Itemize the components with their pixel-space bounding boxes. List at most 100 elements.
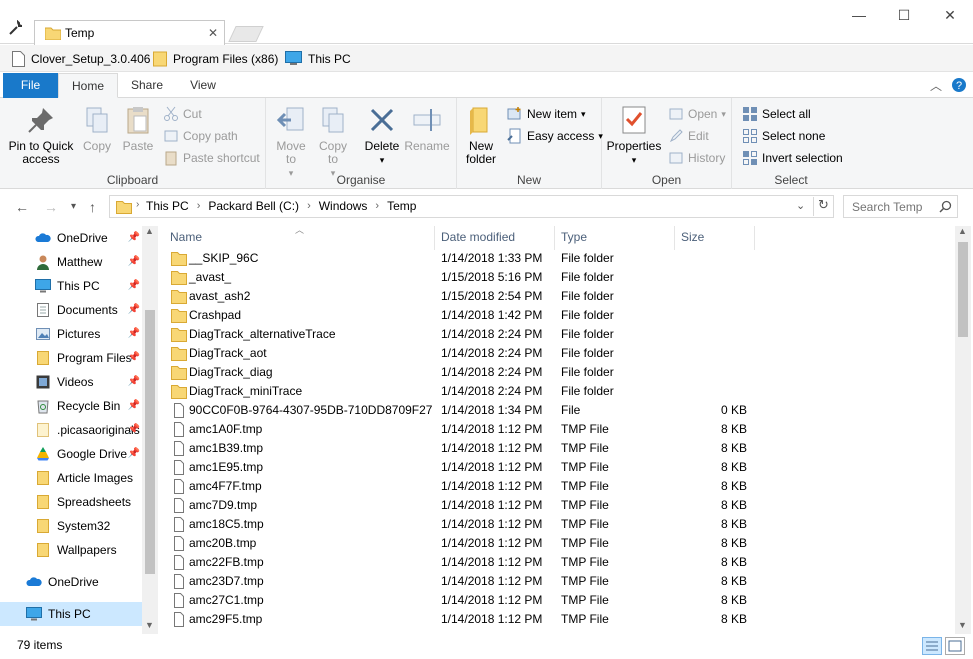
table-row[interactable]: amc27C1.tmp 1/14/2018 1:12 PM TMP File 8… [158,591,955,610]
table-row[interactable]: amc20B.tmp 1/14/2018 1:12 PM TMP File 8 … [158,534,955,553]
select-none-button[interactable]: Select none [742,128,825,144]
delete-button[interactable]: Delete ▾ [362,104,402,167]
scroll-up-icon[interactable]: ▲ [145,226,154,236]
nav-scrollbar[interactable]: ▲ ▼ [142,226,158,634]
close-window-button[interactable]: ✕ [927,0,973,32]
address-dropdown-icon[interactable]: ⌄ [796,199,805,212]
copy-to-button[interactable]: Copy to ▾ [314,104,352,180]
nav-item-picasaoriginals[interactable]: .picasaoriginals 📌 [0,418,142,442]
table-row[interactable]: avast_ash2 1/15/2018 2:54 PM File folder [158,287,955,306]
table-row[interactable]: DiagTrack_aot 1/14/2018 2:24 PM File fol… [158,344,955,363]
back-arrow-icon[interactable]: ← [15,199,29,215]
recent-locations-chevron-icon[interactable]: ▾ [71,201,76,212]
table-row[interactable]: Crashpad 1/14/2018 1:42 PM File folder [158,306,955,325]
tab-home[interactable]: Home [58,73,118,98]
history-button[interactable]: History [668,150,725,166]
nav-item-recycle-bin[interactable]: Recycle Bin 📌 [0,394,142,418]
breadcrumb-chevron-icon[interactable]: › [136,199,139,210]
breadcrumb-this-pc[interactable]: This PC [146,199,189,213]
nav-item-spreadsheets[interactable]: Spreadsheets [0,490,142,514]
breadcrumb-temp[interactable]: Temp [387,199,416,213]
copy-path-button[interactable]: Copy path [163,128,238,144]
open-button[interactable]: Open ▾ [668,106,726,122]
pin-icon[interactable]: 📌 [128,448,140,459]
table-row[interactable]: DiagTrack_diag 1/14/2018 2:24 PM File fo… [158,363,955,382]
select-all-button[interactable]: Select all [742,106,811,122]
pin-icon[interactable]: 📌 [128,280,140,291]
table-row[interactable]: _avast_ 1/15/2018 5:16 PM File folder [158,268,955,287]
copy-button[interactable]: Copy [80,104,114,153]
nav-item-pictures[interactable]: Pictures 📌 [0,322,142,346]
nav-item-google-drive[interactable]: Google Drive 📌 [0,442,142,466]
nav-item-this-pc-quick[interactable]: This PC 📌 [0,274,142,298]
new-folder-button[interactable]: New folder [461,104,501,166]
bookmark-this-pc[interactable]: This PC [285,51,351,66]
forward-arrow-icon[interactable]: → [44,199,58,215]
bookmark-clover-setup[interactable]: Clover_Setup_3.0.406 [12,51,150,67]
close-tab-button[interactable]: ✕ [208,26,218,40]
pin-icon[interactable]: 📌 [128,424,140,435]
pin-to-quick-access-button[interactable]: Pin to Quick access [4,104,78,166]
table-row[interactable]: __SKIP_96C 1/14/2018 1:33 PM File folder [158,249,955,268]
bookmark-program-files-x86[interactable]: Program Files (x86) [153,51,278,67]
properties-button[interactable]: Properties ▾ [606,104,662,167]
rename-button[interactable]: Rename [404,104,450,153]
tab-share[interactable]: Share [122,73,172,98]
nav-item-system32[interactable]: System32 [0,514,142,538]
wrench-icon[interactable] [8,20,24,36]
pin-icon[interactable]: 📌 [128,400,140,411]
scroll-down-icon[interactable]: ▼ [958,620,967,630]
table-row[interactable]: amc29F5.tmp 1/14/2018 1:12 PM TMP File 8… [158,610,955,629]
table-row[interactable]: amc4F7F.tmp 1/14/2018 1:12 PM TMP File 8… [158,477,955,496]
nav-scrollbar-thumb[interactable] [145,310,155,574]
breadcrumb-separator-icon[interactable]: › [375,200,379,212]
scroll-down-icon[interactable]: ▼ [145,620,154,630]
breadcrumb-drive[interactable]: Packard Bell (C:) [208,199,299,213]
address-bar[interactable]: › This PC › Packard Bell (C:) › Windows … [109,195,834,218]
table-row[interactable]: amc7D9.tmp 1/14/2018 1:12 PM TMP File 8 … [158,496,955,515]
breadcrumb-separator-icon[interactable]: › [307,200,311,212]
table-row[interactable]: amc1B39.tmp 1/14/2018 1:12 PM TMP File 8… [158,439,955,458]
new-tab-button[interactable] [228,26,264,42]
breadcrumb-windows[interactable]: Windows [319,199,368,213]
nav-item-videos[interactable]: Videos 📌 [0,370,142,394]
nav-item-this-pc[interactable]: This PC [0,602,142,626]
pin-icon[interactable]: 📌 [128,232,140,243]
table-row[interactable]: amc22FB.tmp 1/14/2018 1:12 PM TMP File 8… [158,553,955,572]
file-list-scrollbar-thumb[interactable] [958,242,968,337]
nav-item-matthew[interactable]: Matthew 📌 [0,250,142,274]
column-header-type[interactable]: Type [555,226,675,250]
large-icons-view-button[interactable] [945,637,965,655]
nav-item-onedrive-quick[interactable]: OneDrive 📌 [0,226,142,250]
maximize-button[interactable]: ☐ [881,0,927,32]
pin-icon[interactable]: 📌 [128,328,140,339]
breadcrumb-separator-icon[interactable]: › [197,200,201,212]
paste-shortcut-button[interactable]: Paste shortcut [163,150,260,166]
table-row[interactable]: amc23D7.tmp 1/14/2018 1:12 PM TMP File 8… [158,572,955,591]
column-header-size[interactable]: Size [675,226,755,250]
pin-icon[interactable]: 📌 [128,352,140,363]
tab-file[interactable]: File [3,73,58,98]
search-icon[interactable] [939,200,952,213]
table-row[interactable]: DiagTrack_alternativeTrace 1/14/2018 2:2… [158,325,955,344]
up-arrow-icon[interactable]: ↑ [89,199,96,215]
nav-item-wallpapers[interactable]: Wallpapers [0,538,142,562]
edit-button[interactable]: Edit [668,128,709,144]
details-view-button[interactable] [922,637,942,655]
table-row[interactable]: amc18C5.tmp 1/14/2018 1:12 PM TMP File 8… [158,515,955,534]
column-header-name[interactable]: Name [164,226,435,250]
invert-selection-button[interactable]: Invert selection [742,150,843,166]
scroll-up-icon[interactable]: ▲ [958,226,967,236]
table-row[interactable]: DiagTrack_miniTrace 1/14/2018 2:24 PM Fi… [158,382,955,401]
new-item-button[interactable]: New item ▾ [507,106,586,122]
table-row[interactable]: amc1E95.tmp 1/14/2018 1:12 PM TMP File 8… [158,458,955,477]
minimize-button[interactable]: — [836,0,882,32]
nav-item-onedrive[interactable]: OneDrive [0,570,142,594]
collapse-ribbon-icon[interactable]: ︿ [930,77,942,94]
move-to-button[interactable]: Move to ▾ [272,104,310,180]
tab-view[interactable]: View [178,73,228,98]
tab-temp[interactable]: Temp ✕ [34,20,225,45]
column-header-date[interactable]: Date modified [435,226,555,250]
nav-item-documents[interactable]: Documents 📌 [0,298,142,322]
table-row[interactable]: amc1A0F.tmp 1/14/2018 1:12 PM TMP File 8… [158,420,955,439]
